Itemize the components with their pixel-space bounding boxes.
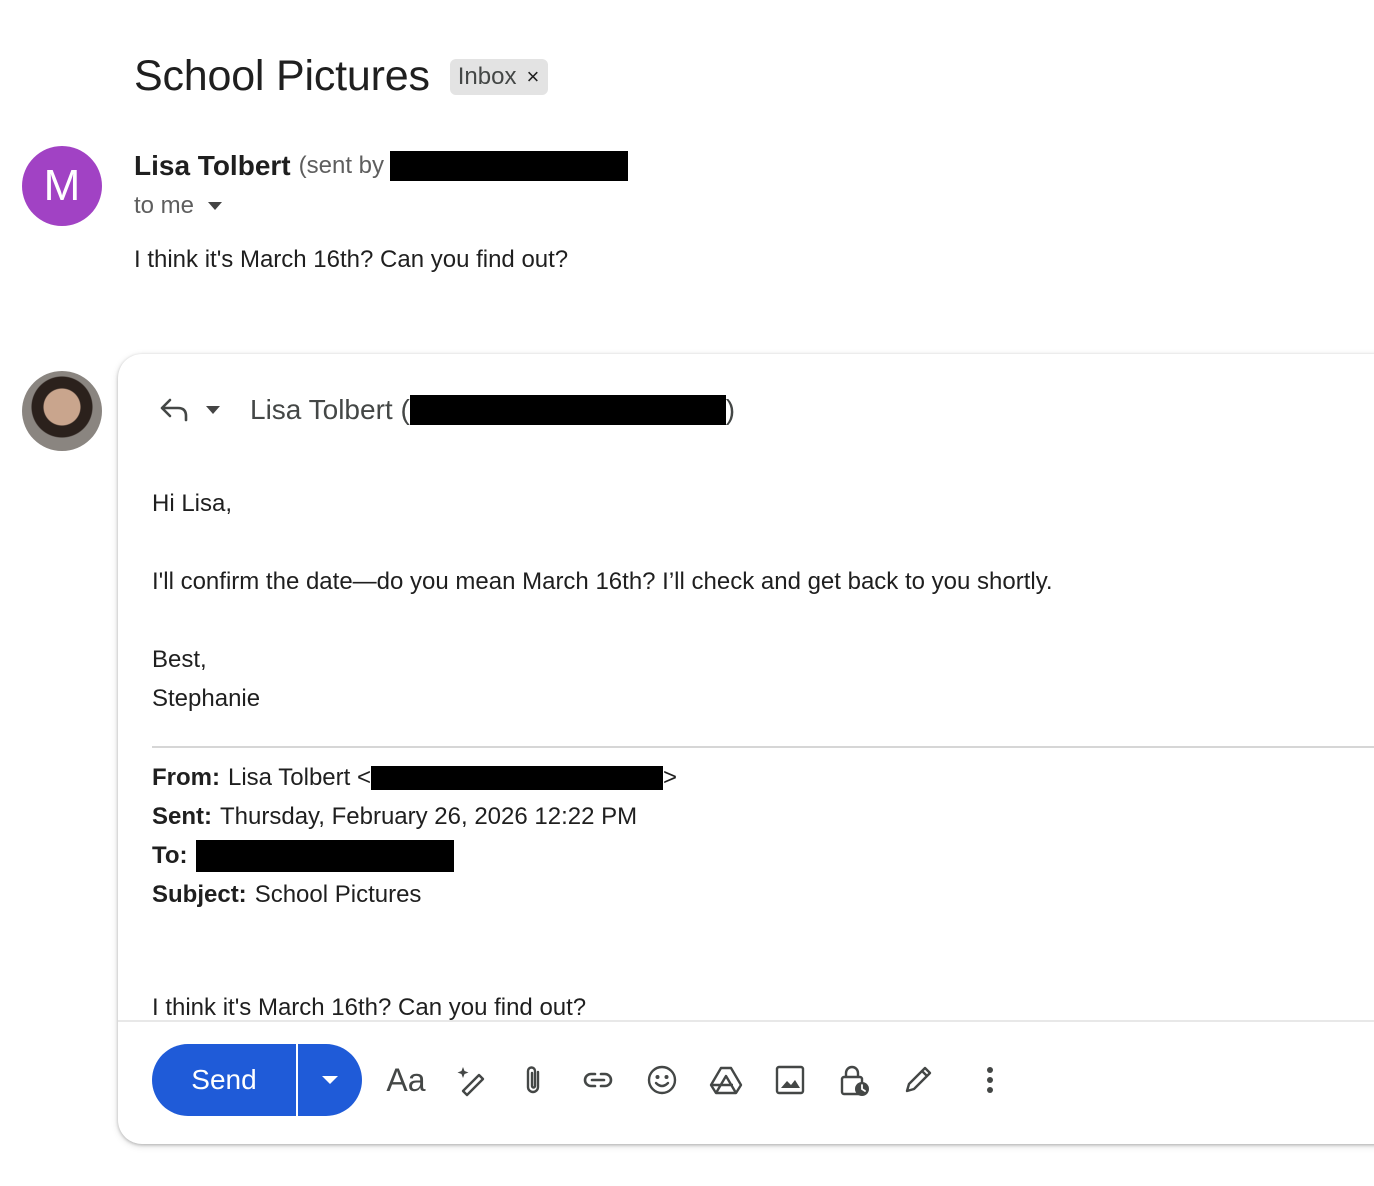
recipient-name: Lisa Tolbert ( — [250, 394, 410, 425]
redacted-recipient-email — [409, 395, 726, 425]
sent-by-label: (sent by — [298, 152, 384, 179]
recipient-details-toggle[interactable]: to me — [134, 192, 223, 220]
message-body: I think it's March 16th? Can you find ou… — [134, 246, 569, 273]
to-label: To: — [152, 842, 188, 869]
signoff-text: Best, — [152, 646, 207, 673]
send-button-group: Send — [152, 1044, 362, 1116]
link-icon — [583, 1072, 613, 1088]
reply-compose-card: Lisa Tolbert ( ) Hi Lisa, I'll confirm t… — [118, 354, 1374, 1144]
subject-value: School Pictures — [254, 881, 422, 908]
quoted-from-row: From: Lisa Tolbert < > — [152, 758, 677, 797]
photo-icon — [775, 1065, 805, 1095]
quoted-body-text: I think it's March 16th? Can you find ou… — [152, 994, 587, 1020]
insert-signature-button[interactable] — [898, 1060, 938, 1100]
redacted-from-email — [370, 765, 663, 790]
greeting-text: Hi Lisa, — [152, 490, 233, 517]
from-label: From: — [152, 764, 220, 791]
from-email-link[interactable] — [370, 765, 663, 790]
redacted-sender-email — [390, 151, 628, 181]
insert-photo-button[interactable] — [770, 1060, 810, 1100]
more-options-icon — [987, 1067, 993, 1093]
label-text: Inbox — [457, 62, 517, 90]
quoted-to-row: To: — [152, 836, 677, 875]
sent-label: Sent: — [152, 803, 212, 830]
more-options-button[interactable] — [970, 1060, 1010, 1100]
from-name: Lisa Tolbert < — [228, 764, 371, 791]
signature-icon — [905, 1066, 932, 1093]
inbox-label-chip[interactable]: Inbox × — [449, 58, 549, 95]
signature-text: Stephanie — [152, 685, 261, 712]
sender-name: Lisa Tolbert — [134, 150, 291, 181]
reply-icon[interactable] — [158, 396, 190, 424]
reply-header: Lisa Tolbert ( ) — [158, 394, 735, 426]
format-icon: Aa — [386, 1061, 426, 1098]
send-options-button[interactable] — [298, 1044, 362, 1116]
insert-link-button[interactable] — [578, 1060, 618, 1100]
formatting-options-button[interactable]: Aa — [386, 1060, 426, 1100]
quoted-sent-row: Sent: Thursday, February 26, 2026 12:22 … — [152, 797, 677, 836]
insert-emoji-button[interactable] — [642, 1060, 682, 1100]
sender-avatar[interactable]: M — [22, 146, 102, 226]
attach-files-button[interactable] — [514, 1060, 554, 1100]
chevron-down-icon[interactable] — [208, 202, 223, 210]
subject-label: Subject: — [152, 881, 247, 908]
quote-divider — [152, 746, 1374, 748]
chevron-down-icon — [322, 1076, 338, 1084]
sent-value: Thursday, February 26, 2026 12:22 PM — [220, 803, 638, 830]
toolbar-divider — [118, 1020, 1374, 1022]
remove-label-icon[interactable]: × — [526, 64, 539, 90]
reply-recipient[interactable]: Lisa Tolbert ( ) — [250, 394, 735, 426]
ai-write-icon — [457, 1067, 485, 1097]
quoted-subject-row: Subject: School Pictures — [152, 875, 677, 914]
quoted-header: From: Lisa Tolbert < > Sent: Thursday, F… — [152, 758, 677, 914]
to-me-label: to me — [134, 192, 195, 219]
insert-drive-file-button[interactable] — [706, 1060, 746, 1100]
user-avatar[interactable] — [22, 371, 102, 451]
reply-type-dropdown-icon[interactable] — [206, 406, 220, 414]
sender-line: Lisa Tolbert (sent by — [134, 150, 628, 182]
help-me-write-button[interactable] — [452, 1060, 492, 1100]
subject-title: School Pictures — [134, 52, 430, 100]
drive-icon — [709, 1066, 743, 1095]
from-close: > — [662, 764, 677, 791]
reply-body-text: I'll confirm the date—do you mean March … — [152, 568, 1053, 595]
compose-body[interactable]: Hi Lisa, I'll confirm the date—do you me… — [152, 484, 1053, 718]
emoji-icon — [647, 1065, 677, 1095]
send-button[interactable]: Send — [152, 1044, 296, 1116]
redacted-to-email — [195, 839, 454, 872]
attach-icon — [526, 1066, 540, 1094]
thread-header: School Pictures Inbox × — [134, 52, 549, 101]
confidential-icon — [840, 1065, 869, 1096]
confidential-mode-button[interactable] — [834, 1060, 874, 1100]
recipient-close: ) — [725, 394, 736, 425]
